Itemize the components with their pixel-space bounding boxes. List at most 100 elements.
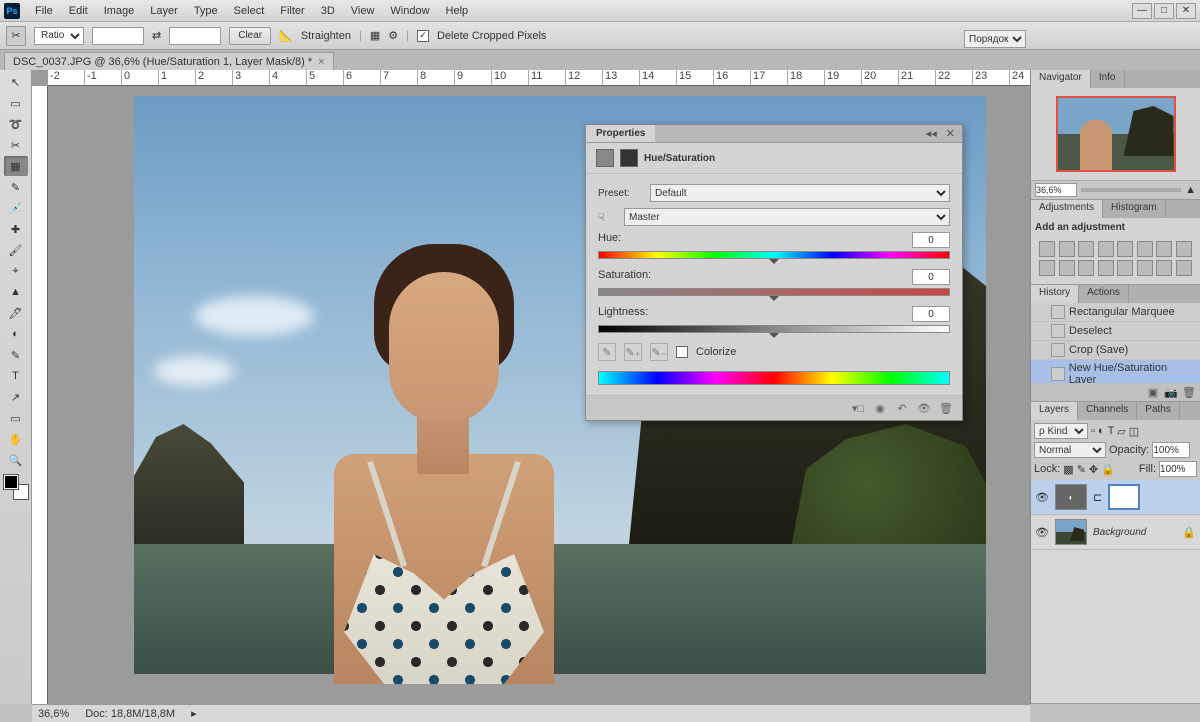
layer-visibility-icon[interactable]: 👁: [1035, 525, 1049, 539]
maximize-button[interactable]: □: [1154, 3, 1174, 19]
tool-12[interactable]: ◐: [4, 324, 28, 344]
menu-select[interactable]: Select: [227, 2, 272, 20]
lock-position-icon[interactable]: ✥: [1089, 463, 1098, 476]
adjustment-preset-12[interactable]: [1117, 260, 1133, 276]
status-doc-size[interactable]: Doc: 18,8M/18,8M: [85, 708, 175, 720]
panel-close-icon[interactable]: ✕: [943, 128, 958, 140]
panel-collapse-icon[interactable]: ◂◂: [923, 128, 940, 140]
adjustment-preset-9[interactable]: [1059, 260, 1075, 276]
close-button[interactable]: ✕: [1176, 3, 1196, 19]
close-tab-icon[interactable]: ×: [318, 56, 324, 68]
menu-view[interactable]: View: [344, 2, 382, 20]
tool-6[interactable]: 💉: [4, 198, 28, 218]
saturation-slider[interactable]: [598, 288, 950, 296]
tool-5[interactable]: ✎: [4, 177, 28, 197]
layer-visibility-icon[interactable]: 👁: [1035, 490, 1049, 504]
tool-13[interactable]: ✎: [4, 345, 28, 365]
tool-10[interactable]: ▲: [4, 282, 28, 302]
history-camera-icon[interactable]: 📷: [1164, 385, 1178, 399]
tab-navigator[interactable]: Navigator: [1031, 70, 1091, 88]
adjustment-preset-15[interactable]: [1176, 260, 1192, 276]
adjustment-preset-3[interactable]: [1098, 241, 1114, 257]
straighten-icon[interactable]: 📐: [279, 29, 293, 42]
adjustment-preset-14[interactable]: [1156, 260, 1172, 276]
zoom-slider[interactable]: [1081, 188, 1181, 192]
tool-1[interactable]: ▭: [4, 93, 28, 113]
history-item[interactable]: Deselect: [1031, 322, 1200, 341]
tool-9[interactable]: ⌖: [4, 261, 28, 281]
menu-window[interactable]: Window: [383, 2, 436, 20]
history-item[interactable]: Rectangular Marquee: [1031, 303, 1200, 322]
layer-row[interactable]: 👁Background🔒: [1031, 515, 1200, 550]
lightness-value[interactable]: [912, 306, 950, 322]
lock-transparent-icon[interactable]: ▩: [1063, 463, 1073, 476]
color-swatch[interactable]: [4, 475, 28, 499]
order-select[interactable]: Порядок: [964, 30, 1026, 48]
hue-value[interactable]: [912, 232, 950, 248]
tool-11[interactable]: 🖊: [4, 303, 28, 323]
menu-filter[interactable]: Filter: [273, 2, 311, 20]
mask-icon[interactable]: [620, 149, 638, 167]
tool-16[interactable]: ▭: [4, 408, 28, 428]
tab-channels[interactable]: Channels: [1078, 402, 1137, 420]
eyedropper-add-icon[interactable]: ✎₊: [624, 343, 642, 361]
channel-select[interactable]: Master: [624, 208, 950, 226]
layer-kind-select[interactable]: ρ Kind: [1034, 423, 1088, 439]
tool-15[interactable]: ↗: [4, 387, 28, 407]
lightness-slider[interactable]: [598, 325, 950, 333]
menu-edit[interactable]: Edit: [62, 2, 95, 20]
tab-paths[interactable]: Paths: [1137, 402, 1180, 420]
opacity-input[interactable]: [1152, 442, 1190, 458]
navigator-thumbnail[interactable]: [1056, 96, 1176, 172]
view-previous-icon[interactable]: ◉: [872, 400, 888, 416]
adjustment-preset-4[interactable]: [1117, 241, 1133, 257]
lock-pixels-icon[interactable]: ✎: [1077, 463, 1086, 476]
swap-icon[interactable]: ⇄: [152, 29, 161, 42]
tool-14[interactable]: T: [4, 366, 28, 386]
document-tab[interactable]: DSC_0037.JPG @ 36,6% (Hue/Saturation 1, …: [4, 52, 334, 70]
zoom-out-icon[interactable]: ▲: [1185, 184, 1196, 196]
adjustment-preset-0[interactable]: [1039, 241, 1055, 257]
menu-type[interactable]: Type: [187, 2, 225, 20]
tool-17[interactable]: ✋: [4, 429, 28, 449]
adjustment-preset-13[interactable]: [1137, 260, 1153, 276]
clip-to-layer-icon[interactable]: ▾□: [850, 400, 866, 416]
gear-icon[interactable]: ⚙: [388, 29, 398, 42]
lock-all-icon[interactable]: 🔒: [1101, 463, 1115, 476]
tool-4[interactable]: ▦: [4, 156, 28, 176]
menu-3d[interactable]: 3D: [314, 2, 342, 20]
adjustment-preset-6[interactable]: [1156, 241, 1172, 257]
preset-select[interactable]: Default: [650, 184, 950, 202]
delete-cropped-checkbox[interactable]: ✓: [417, 30, 429, 42]
filter-type-icon[interactable]: T: [1108, 425, 1115, 437]
tab-actions[interactable]: Actions: [1079, 285, 1129, 303]
adjustment-preset-7[interactable]: [1176, 241, 1192, 257]
filter-smart-icon[interactable]: ◫: [1129, 425, 1139, 438]
tool-18[interactable]: 🔍: [4, 450, 28, 470]
menu-image[interactable]: Image: [97, 2, 142, 20]
colorize-checkbox[interactable]: [676, 346, 688, 358]
hue-slider[interactable]: [598, 251, 950, 259]
ratio-select[interactable]: Ratio: [34, 27, 84, 45]
eyedropper-sub-icon[interactable]: ✎₋: [650, 343, 668, 361]
adjustment-preset-8[interactable]: [1039, 260, 1055, 276]
reset-icon[interactable]: ↶: [894, 400, 910, 416]
adjustment-preset-5[interactable]: [1137, 241, 1153, 257]
tool-0[interactable]: ↖: [4, 72, 28, 92]
tool-2[interactable]: ➰: [4, 114, 28, 134]
visibility-icon[interactable]: 👁: [916, 400, 932, 416]
history-item[interactable]: Crop (Save): [1031, 341, 1200, 360]
tab-layers[interactable]: Layers: [1031, 402, 1078, 420]
layer-row[interactable]: 👁◐⊏: [1031, 480, 1200, 515]
delete-adjustment-icon[interactable]: 🗑: [938, 400, 954, 416]
filter-adjust-icon[interactable]: ◐: [1098, 425, 1105, 437]
saturation-value[interactable]: [912, 269, 950, 285]
height-input[interactable]: [169, 27, 221, 45]
fill-input[interactable]: [1159, 461, 1197, 477]
grid-icon[interactable]: ▦: [370, 29, 380, 42]
hand-icon[interactable]: ☟: [598, 211, 618, 224]
history-snapshot-icon[interactable]: ▣: [1146, 385, 1160, 399]
tab-adjustments[interactable]: Adjustments: [1031, 200, 1103, 218]
menu-file[interactable]: File: [28, 2, 60, 20]
history-item[interactable]: New Hue/Saturation Layer: [1031, 360, 1200, 383]
